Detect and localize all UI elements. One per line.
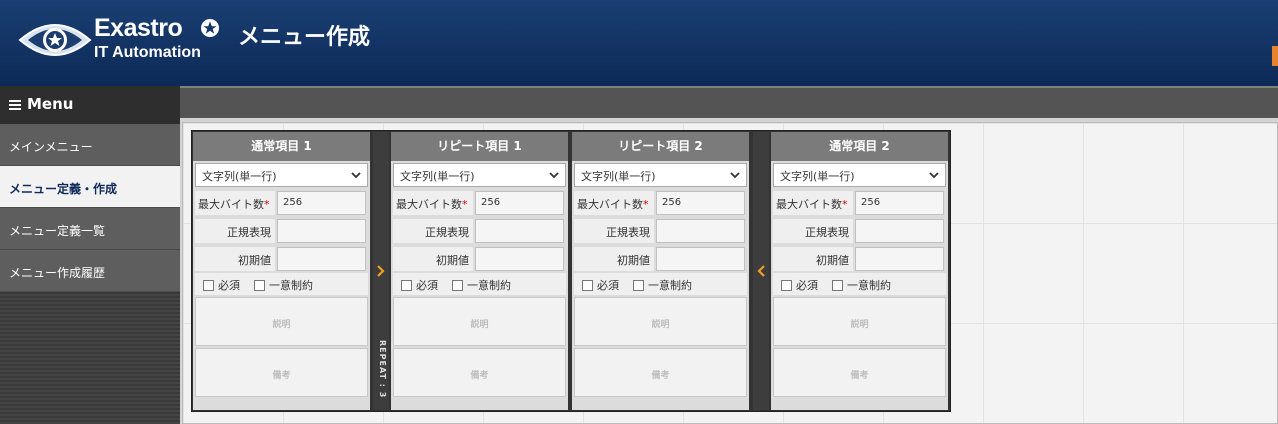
type-select-value: 文字列(単一行) [400,170,475,183]
type-select[interactable]: 文字列(単一行) [773,163,946,187]
required-label: 必須 [597,279,619,292]
max-bytes-label: 最大バイト数* [574,191,654,215]
max-bytes-label: 最大バイト数* [393,191,473,215]
app-header: Exastro IT Automation メニュー作成 [0,0,1278,86]
note-textarea[interactable]: 備考 [773,348,946,397]
exastro-logo[interactable]: Exastro IT Automation [18,14,219,74]
max-bytes-input[interactable]: 256 [475,191,564,215]
type-select[interactable]: 文字列(単一行) [393,163,566,187]
max-bytes-label: 最大バイト数* [773,191,853,215]
work-area: 通常項目 1 文字列(単一行) 最大バイト数* 256 正規表現 初期値 必須 一意… [180,86,1278,424]
unique-label: 一意制約 [269,279,313,292]
unique-label: 一意制約 [467,279,511,292]
max-bytes-input[interactable]: 256 [656,191,745,215]
description-textarea[interactable]: 説明 [393,297,566,346]
type-select-value: 文字列(単一行) [780,170,855,183]
default-input[interactable] [855,247,944,271]
default-input[interactable] [656,247,745,271]
max-bytes-input[interactable]: 256 [277,191,366,215]
unique-label: 一意制約 [847,279,891,292]
default-input[interactable] [475,247,564,271]
default-label: 初期値 [195,247,275,271]
type-select-value: 文字列(単一行) [581,170,656,183]
page-title: メニュー作成 [238,25,371,50]
unique-label: 一意制約 [648,279,692,292]
regex-label: 正規表現 [773,219,853,243]
sidebar-item-menu-define-create[interactable]: メニュー定義・作成 [0,166,180,208]
regex-label: 正規表現 [574,219,654,243]
unique-checkbox[interactable] [832,280,843,291]
regex-label: 正規表現 [393,219,473,243]
chevron-down-icon [549,172,559,179]
type-select-value: 文字列(単一行) [202,170,277,183]
menu-editor-canvas[interactable]: 通常項目 1 文字列(単一行) 最大バイト数* 256 正規表現 初期値 必須 一意… [182,122,1278,424]
column-title[interactable]: 通常項目 2 [771,132,948,161]
menu-title: Menu [27,95,74,113]
default-input[interactable] [277,247,366,271]
default-label: 初期値 [393,247,473,271]
chevron-down-icon [730,172,740,179]
logo-word: Exastro [94,14,183,42]
sidebar-item-main-menu[interactable]: メインメニュー [0,124,180,166]
column-title[interactable]: リピート項目 1 [391,132,568,161]
chevron-down-icon [351,172,361,179]
column-item-normal-1[interactable]: 通常項目 1 文字列(単一行) 最大バイト数* 256 正規表現 初期値 必須 一意… [193,132,370,410]
repeat-start-strip[interactable]: REPEAT : 3 [373,132,389,410]
hamburger-icon [9,98,21,112]
required-checkbox[interactable] [781,280,792,291]
note-textarea[interactable]: 備考 [574,348,747,397]
required-checkbox[interactable] [582,280,593,291]
description-textarea[interactable]: 説明 [574,297,747,346]
sidebar-item-menu-define-list[interactable]: メニュー定義一覧 [0,208,180,250]
regex-input[interactable] [855,219,944,243]
item-group: 通常項目 1 文字列(単一行) 最大バイト数* 256 正規表現 初期値 必須 一意… [191,130,951,412]
constraint-row: 必須 一意制約 [393,273,566,295]
menu-toggle[interactable]: Menu [0,86,180,124]
chevron-left-icon[interactable] [756,264,766,278]
constraint-row: 必須 一意制約 [574,273,747,295]
constraint-row: 必須 一意制約 [195,273,368,295]
exastro-emblem-icon [18,24,92,56]
column-title[interactable]: リピート項目 2 [572,132,749,161]
note-textarea[interactable]: 備考 [393,348,566,397]
unique-checkbox[interactable] [254,280,265,291]
column-item-repeat-1[interactable]: リピート項目 1 文字列(単一行) 最大バイト数* 256 正規表現 初期値 必須… [391,132,568,410]
sidebar: Menu メインメニュー メニュー定義・作成 メニュー定義一覧 メニュー作成履歴 [0,86,180,424]
column-title[interactable]: 通常項目 1 [193,132,370,161]
unique-checkbox[interactable] [633,280,644,291]
required-checkbox[interactable] [203,280,214,291]
required-checkbox[interactable] [401,280,412,291]
side-tab[interactable] [1272,46,1278,66]
regex-input[interactable] [475,219,564,243]
description-textarea[interactable]: 説明 [773,297,946,346]
type-select[interactable]: 文字列(単一行) [195,163,368,187]
star-icon [201,19,219,37]
type-select[interactable]: 文字列(単一行) [574,163,747,187]
column-item-repeat-2[interactable]: リピート項目 2 文字列(単一行) 最大バイト数* 256 正規表現 初期値 必須… [572,132,749,410]
default-label: 初期値 [773,247,853,271]
regex-input[interactable] [277,219,366,243]
chevron-right-icon[interactable] [376,264,386,278]
column-item-normal-2[interactable]: 通常項目 2 文字列(単一行) 最大バイト数* 256 正規表現 初期値 必須 一意… [771,132,948,410]
editor-toolbar [180,86,1278,118]
max-bytes-input[interactable]: 256 [855,191,944,215]
note-textarea[interactable]: 備考 [195,348,368,397]
logo-subtitle: IT Automation [94,44,201,61]
description-textarea[interactable]: 説明 [195,297,368,346]
regex-input[interactable] [656,219,745,243]
chevron-down-icon [929,172,939,179]
required-label: 必須 [416,279,438,292]
constraint-row: 必須 一意制約 [773,273,946,295]
repeat-count-label: REPEAT : 3 [378,340,387,399]
default-label: 初期値 [574,247,654,271]
required-label: 必須 [796,279,818,292]
regex-label: 正規表現 [195,219,275,243]
repeat-end-strip[interactable] [753,132,769,410]
max-bytes-label: 最大バイト数* [195,191,275,215]
unique-checkbox[interactable] [452,280,463,291]
sidebar-item-menu-create-history[interactable]: メニュー作成履歴 [0,250,180,292]
required-label: 必須 [218,279,240,292]
